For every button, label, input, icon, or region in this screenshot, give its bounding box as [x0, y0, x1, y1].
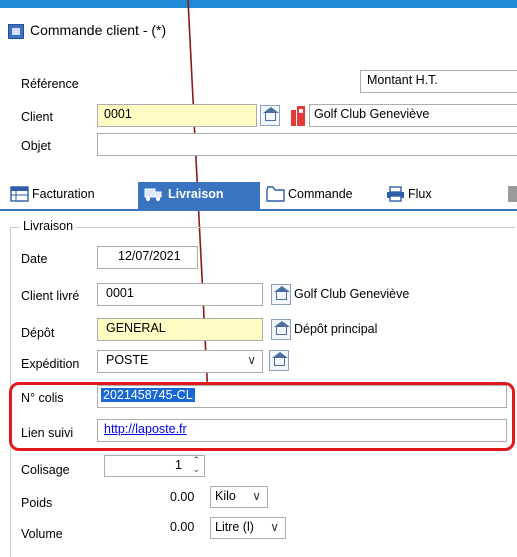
client-livre-code: 0001 [106, 286, 134, 300]
poids-value[interactable]: 0.00 [170, 490, 194, 504]
truck-icon [144, 188, 162, 201]
depot-input[interactable]: GENERAL [97, 318, 263, 341]
window-title: Commande client - (*) [30, 22, 167, 38]
volume-unit-select[interactable]: Litre (l) ∨ [210, 517, 286, 539]
tab-facturation[interactable]: Facturation [10, 182, 130, 209]
expedition-value: POSTE [106, 353, 149, 367]
chevron-down-icon: ∨ [247, 353, 256, 367]
depot-name: Dépôt principal [294, 322, 378, 336]
poids-label: Poids [21, 496, 53, 510]
highlight-annotation [9, 382, 515, 451]
table-icon [10, 186, 29, 202]
client-livre-name: Golf Club Geneviève [294, 287, 410, 301]
depot-code: GENERAL [106, 321, 166, 335]
date-input[interactable]: 12/07/2021 [97, 246, 198, 269]
objet-label: Objet [21, 139, 51, 153]
tab-commande[interactable]: Commande [266, 182, 371, 209]
client-code-value: 0001 [104, 107, 132, 121]
volume-label: Volume [21, 527, 63, 541]
poids-unit-select[interactable]: Kilo ∨ [210, 486, 268, 508]
client-name-field[interactable]: Golf Club Geneviève [309, 104, 517, 127]
montant-label: Montant H.T. [367, 73, 438, 87]
poids-unit: Kilo [215, 489, 236, 503]
client-label: Client [21, 110, 53, 124]
volume-value[interactable]: 0.00 [170, 520, 194, 534]
tab-commande-label: Commande [288, 187, 353, 201]
montant-field[interactable]: Montant H.T. [360, 70, 517, 93]
volume-unit: Litre (l) [215, 520, 254, 534]
date-value: 12/07/2021 [118, 249, 181, 263]
colisage-label: Colisage [21, 463, 70, 477]
depot-label: Dépôt [21, 326, 55, 340]
chevron-down-icon: ∨ [270, 520, 279, 534]
expedition-label: Expédition [21, 357, 80, 371]
client-code-input[interactable]: 0001 [97, 104, 257, 127]
bookmark-icon[interactable] [508, 186, 517, 202]
tab-livraison-label: Livraison [168, 187, 224, 201]
depot-lookup-button[interactable] [271, 319, 291, 340]
expedition-select[interactable]: POSTE ∨ [97, 350, 263, 373]
client-name-value: Golf Club Geneviève [314, 107, 430, 121]
client-card-icon[interactable] [291, 106, 305, 126]
tab-flux[interactable]: Flux [386, 182, 466, 209]
date-label: Date [21, 252, 48, 266]
tab-facturation-label: Facturation [32, 187, 95, 201]
tab-flux-label: Flux [408, 187, 432, 201]
reference-label: Référence [21, 77, 79, 91]
tab-underline [0, 209, 517, 211]
objet-input[interactable] [97, 133, 517, 156]
printer-icon [387, 186, 404, 202]
tab-livraison[interactable]: Livraison [138, 182, 260, 209]
app-icon [8, 24, 24, 39]
colisage-value: 1 [175, 458, 182, 472]
chevron-down-icon: ∨ [252, 489, 261, 503]
client-livre-label: Client livré [21, 289, 80, 303]
client-livre-lookup-button[interactable] [271, 284, 291, 305]
client-lookup-button[interactable] [260, 105, 280, 126]
folder-icon [266, 186, 285, 202]
spin-arrows-icon[interactable]: ⌃ ⌄ [192, 456, 200, 474]
colisage-stepper[interactable]: 1 ⌃ ⌄ [104, 455, 205, 477]
livraison-group-title: Livraison [20, 219, 77, 233]
client-livre-input[interactable]: 0001 [97, 283, 263, 306]
expedition-lookup-button[interactable] [269, 350, 289, 371]
